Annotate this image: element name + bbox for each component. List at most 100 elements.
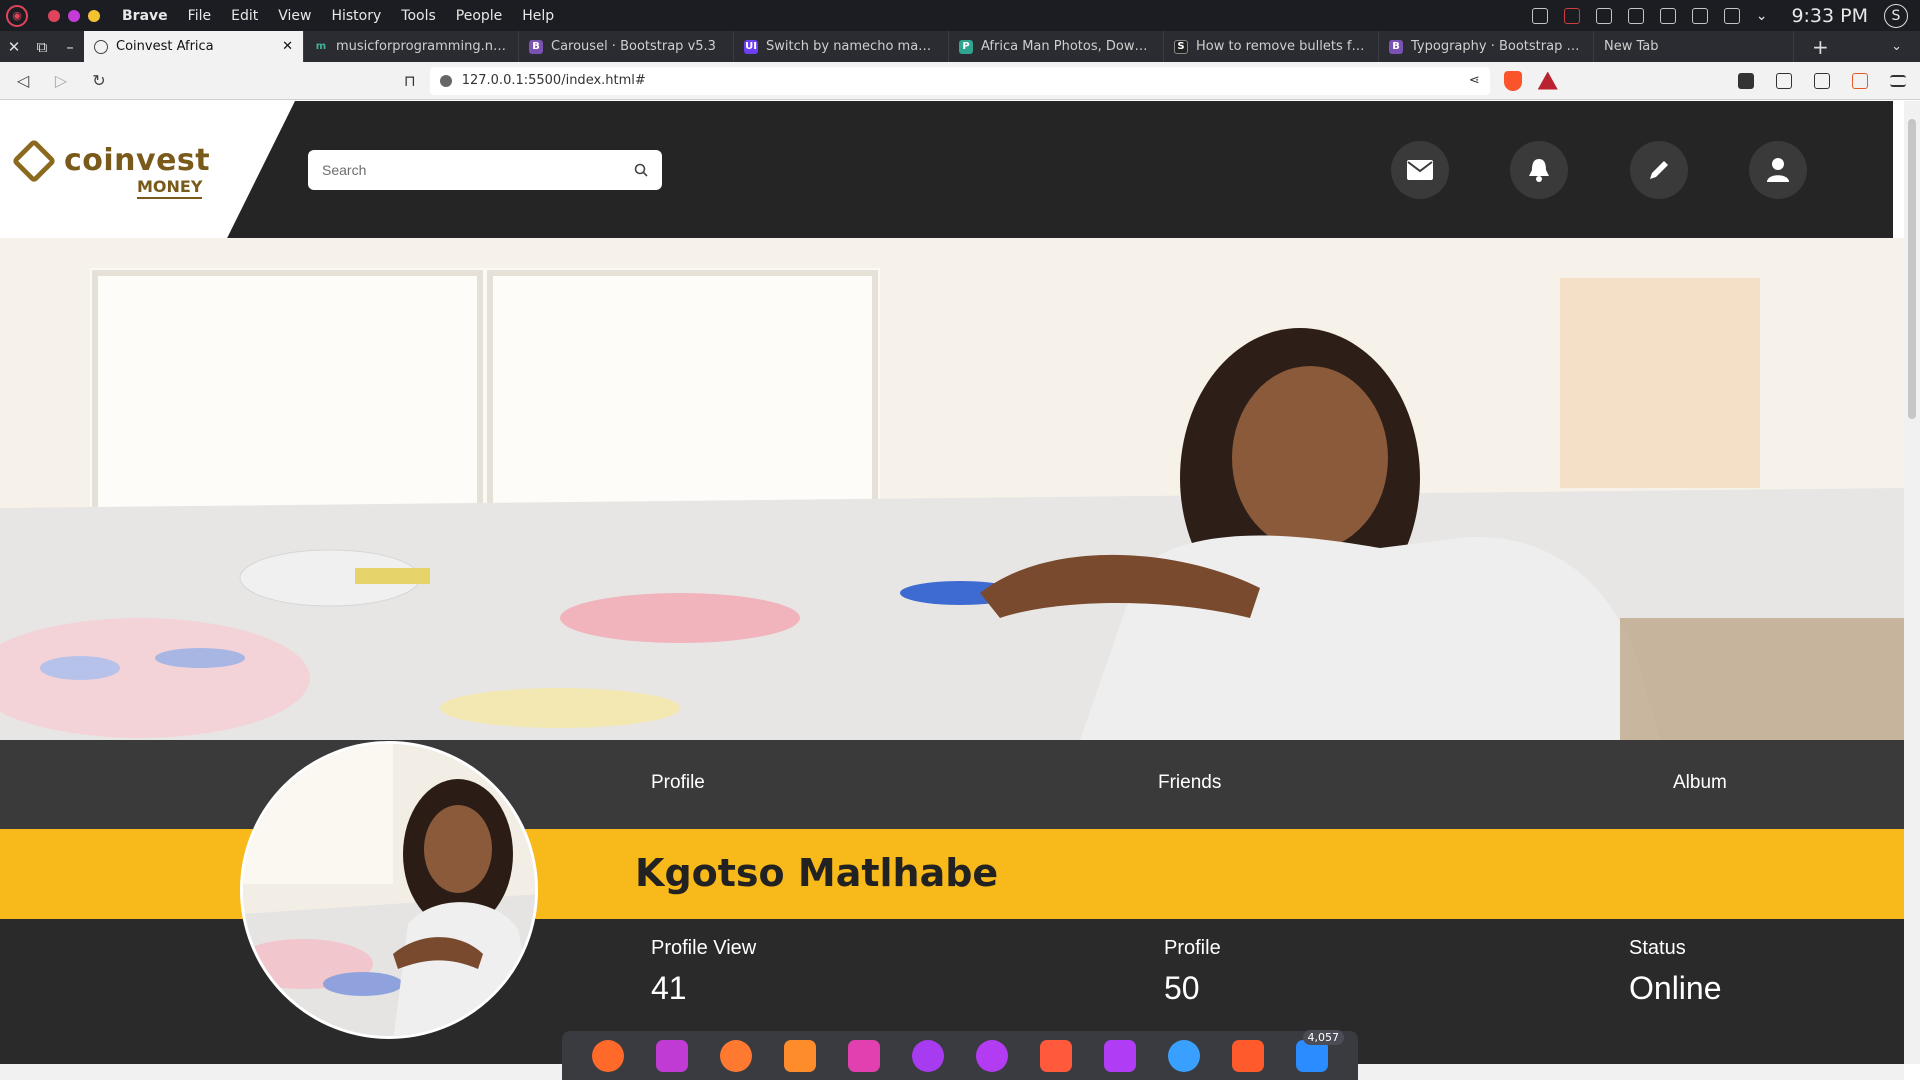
site-info-icon[interactable] — [439, 74, 452, 87]
logo-subtext: MONEY — [137, 177, 203, 199]
nav-profile[interactable]: Profile — [651, 772, 705, 794]
coinvest-logo-icon — [11, 138, 57, 184]
stat-value: Online — [1629, 970, 1722, 1006]
tab-africa-photos[interactable]: P Africa Man Photos, Download — [949, 31, 1164, 62]
stat-label: Status — [1629, 937, 1686, 959]
tab-carousel[interactable]: B Carousel · Bootstrap v5.3 — [519, 31, 734, 62]
tab-music[interactable]: m musicforprogramming.net/lat — [304, 31, 519, 62]
menu-view[interactable]: View — [278, 8, 311, 24]
tab-list-chevron-icon[interactable]: ⌄ — [1891, 39, 1902, 54]
settings-icon[interactable] — [976, 1039, 1008, 1072]
stackoverflow-favicon-icon: S — [1174, 39, 1188, 54]
browser-icon[interactable] — [720, 1039, 752, 1072]
vscode-icon[interactable]: 4,057 — [1296, 1029, 1344, 1072]
user-avatar[interactable]: S — [1884, 3, 1908, 28]
menu-icon[interactable] — [1890, 74, 1906, 87]
notification-icon[interactable] — [1531, 7, 1548, 24]
bluetooth-icon[interactable] — [1691, 7, 1708, 24]
security-icon[interactable] — [1563, 7, 1580, 24]
dock-badge: 4,057 — [1302, 1029, 1344, 1045]
extensions-icon[interactable] — [1776, 72, 1792, 89]
database-icon[interactable] — [1040, 1039, 1072, 1072]
tab-close-icon[interactable]: ✕ — [282, 39, 293, 54]
close-window-button[interactable] — [48, 9, 60, 22]
share-icon[interactable]: ⋖ — [1469, 73, 1480, 88]
clock[interactable]: 9:33 PM — [1791, 5, 1868, 27]
window-controls — [48, 9, 100, 22]
files-icon[interactable] — [784, 1039, 816, 1072]
uiverse-favicon-icon: UI — [744, 39, 758, 54]
tray-chevron-icon[interactable]: ⌄ — [1756, 8, 1768, 24]
clipboard-icon[interactable] — [1627, 7, 1644, 24]
brave-rewards-icon[interactable] — [1537, 71, 1558, 90]
brave-shields-icon[interactable] — [1503, 70, 1522, 91]
menu-tools[interactable]: Tools — [401, 8, 436, 24]
forward-button[interactable]: ▷ — [46, 71, 76, 90]
bookmark-icon[interactable]: ⊓ — [404, 72, 416, 90]
tab-title: How to remove bullets from li — [1196, 39, 1368, 54]
pexels-favicon-icon: P — [959, 39, 973, 54]
sidebar-icon[interactable] — [1814, 72, 1830, 89]
tab-switch[interactable]: UI Switch by namecho made witl — [734, 31, 949, 62]
store-icon[interactable] — [1104, 1039, 1136, 1072]
reload-button[interactable]: ↻ — [84, 71, 114, 90]
restore-icon[interactable]: ⧉ — [28, 38, 56, 56]
user-icon — [1767, 158, 1789, 182]
volume-icon[interactable] — [1659, 7, 1676, 24]
nav-album[interactable]: Album — [1673, 772, 1727, 794]
wifi-icon[interactable] — [1723, 7, 1740, 24]
tab-bullets[interactable]: S How to remove bullets from li — [1164, 31, 1379, 62]
music-favicon-icon: m — [315, 41, 327, 52]
minimize-icon[interactable]: – — [56, 38, 84, 56]
stat-status: Status Online — [1629, 937, 1722, 1007]
search-box — [308, 150, 662, 190]
tab-title: Carousel · Bootstrap v5.3 — [551, 39, 716, 54]
stat-value: 50 — [1164, 970, 1200, 1006]
menu-app-name[interactable]: Brave — [122, 8, 168, 24]
menu-history[interactable]: History — [331, 8, 381, 24]
close-icon[interactable]: ✕ — [0, 38, 28, 56]
s-app-icon[interactable] — [912, 1039, 944, 1072]
menu-file[interactable]: File — [188, 8, 211, 24]
new-tab-button[interactable]: + — [1812, 35, 1829, 59]
wallet-icon[interactable] — [1852, 72, 1868, 89]
profile-avatar[interactable] — [240, 741, 538, 1039]
distro-logo-icon[interactable]: ◉ — [6, 4, 28, 27]
logo-text[interactable]: coinvest — [64, 143, 210, 178]
search-icon[interactable] — [634, 163, 648, 177]
minimize-window-button[interactable] — [68, 9, 80, 22]
scrollbar-thumb[interactable] — [1908, 119, 1916, 419]
nav-friends[interactable]: Friends — [1158, 772, 1221, 794]
url-field[interactable]: 127.0.0.1:5500/index.html# ⋖ — [429, 66, 1490, 95]
back-button[interactable]: ◁ — [8, 71, 38, 90]
firefox-icon[interactable] — [592, 1039, 624, 1072]
tab-coinvest-africa[interactable]: Coinvest Africa ✕ — [84, 31, 304, 62]
url-text[interactable]: 127.0.0.1:5500/index.html# — [462, 73, 1469, 88]
extension-r-icon[interactable] — [1738, 72, 1754, 89]
terminal-icon[interactable] — [656, 1039, 688, 1072]
stat-profile-view: Profile View 41 — [651, 937, 756, 1007]
account-button[interactable] — [1749, 141, 1807, 199]
menu-help[interactable]: Help — [522, 8, 554, 24]
mixer-icon[interactable] — [848, 1039, 880, 1072]
tab-typography[interactable]: B Typography · Bootstrap v5.0 — [1379, 31, 1594, 62]
tab-title: New Tab — [1604, 39, 1659, 54]
globe-icon — [94, 39, 108, 54]
logo-panel: coinvest MONEY — [0, 101, 295, 238]
menu-edit[interactable]: Edit — [231, 8, 258, 24]
brave-icon[interactable] — [1232, 1039, 1264, 1072]
bootstrap-favicon-icon: B — [1389, 39, 1403, 54]
updates-icon[interactable] — [1595, 7, 1612, 24]
tab-title: Coinvest Africa — [116, 39, 214, 54]
email-app-icon[interactable] — [1168, 1039, 1200, 1072]
menu-people[interactable]: People — [456, 8, 503, 24]
tab-new[interactable]: New Tab — [1594, 31, 1794, 62]
notifications-button[interactable] — [1510, 141, 1568, 199]
edit-button[interactable] — [1630, 141, 1688, 199]
search-input[interactable] — [322, 162, 634, 178]
tab-strip: ✕ ⧉ – Coinvest Africa ✕ m musicforprogra… — [0, 31, 1920, 62]
messages-button[interactable] — [1391, 141, 1449, 199]
maximize-window-button[interactable] — [88, 9, 100, 22]
vertical-scrollbar[interactable] — [1904, 101, 1920, 1064]
stat-label: Profile View — [651, 937, 757, 959]
